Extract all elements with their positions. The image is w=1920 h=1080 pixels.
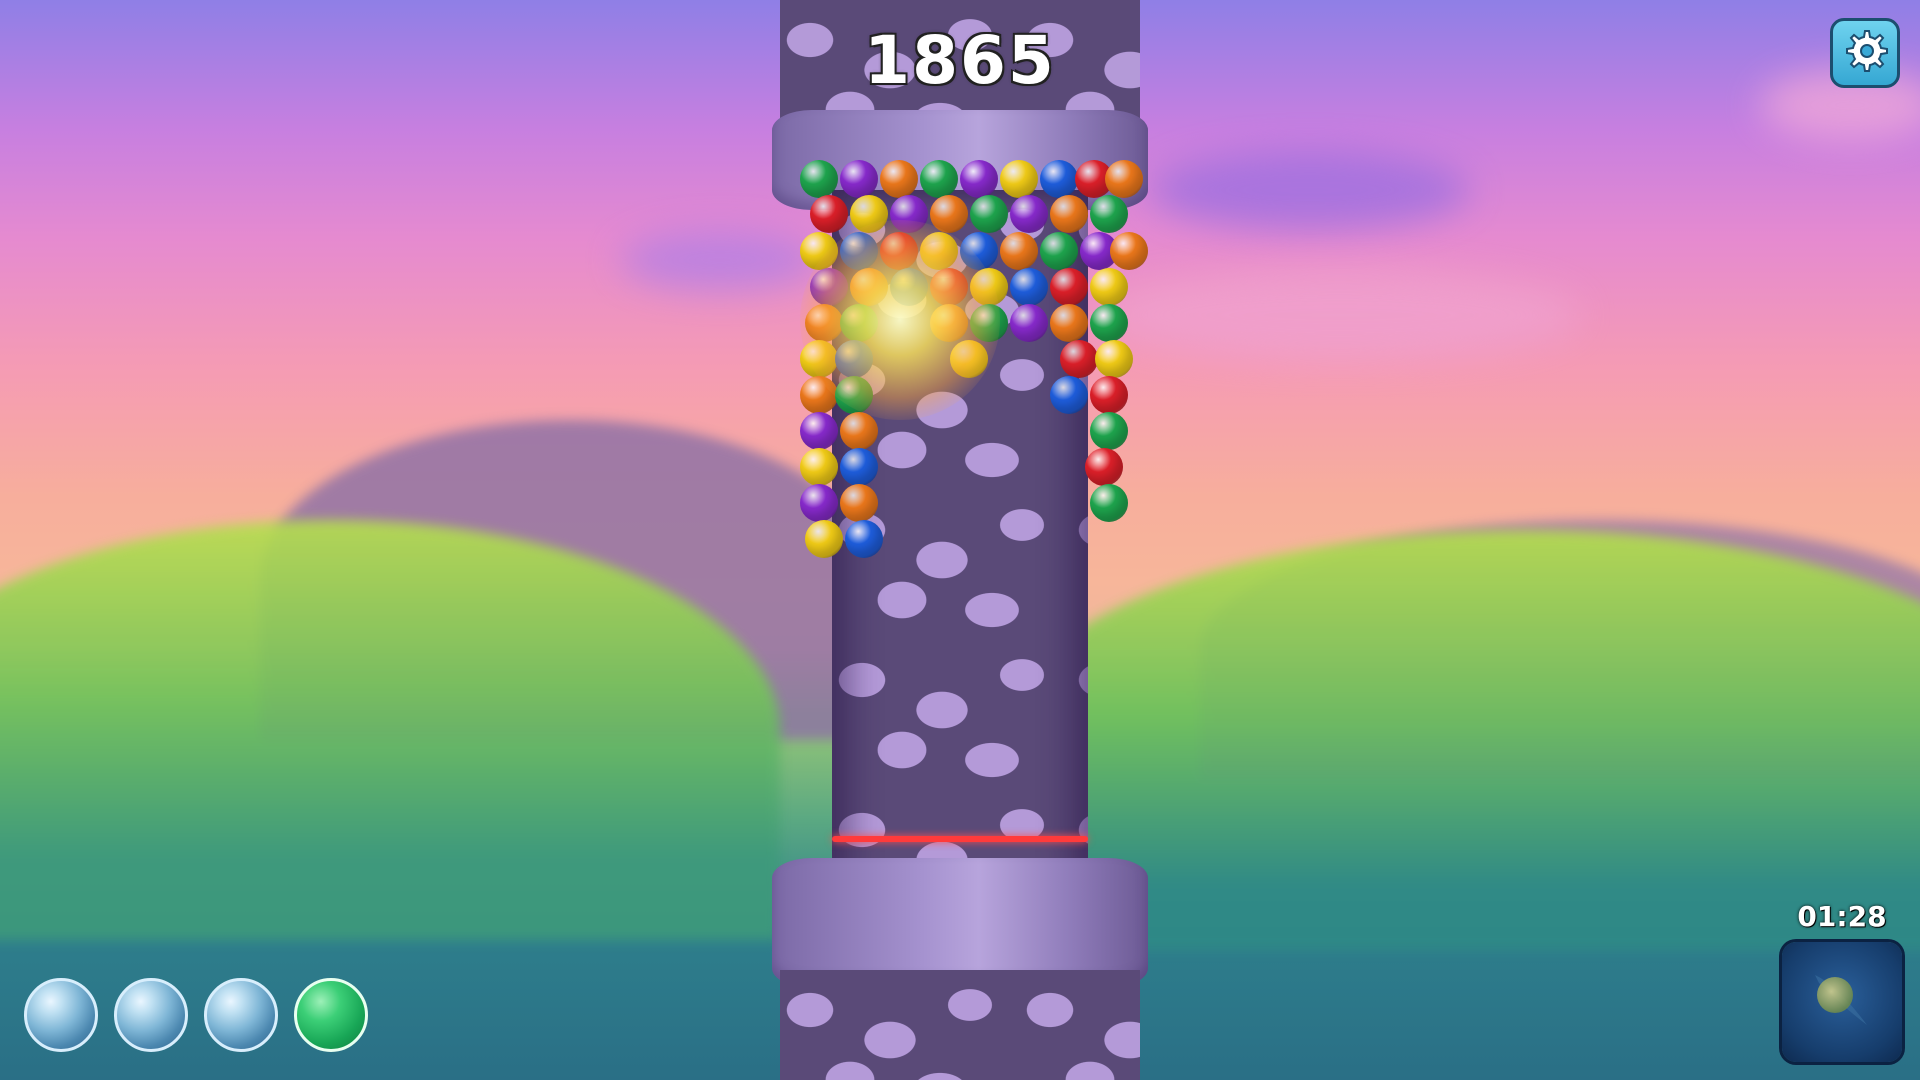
tower-ball[interactable] xyxy=(1090,304,1128,342)
tower-ball[interactable] xyxy=(1060,340,1098,378)
tower-ball[interactable] xyxy=(1050,304,1088,342)
queue-slot-4-green-ball[interactable] xyxy=(294,978,368,1052)
pop-explosion-effect xyxy=(800,220,1000,420)
queue-slot-3-empty-bubble[interactable] xyxy=(204,978,278,1052)
tower-ball[interactable] xyxy=(800,412,838,450)
tower-ball[interactable] xyxy=(1000,232,1038,270)
tower-ball[interactable] xyxy=(1090,412,1128,450)
tower-ball[interactable] xyxy=(840,412,878,450)
background-cloud xyxy=(1100,270,1580,360)
tower-ball[interactable] xyxy=(1105,160,1143,198)
tower-ball[interactable] xyxy=(845,520,883,558)
tower-ball[interactable] xyxy=(840,484,878,522)
settings-button[interactable] xyxy=(1830,18,1900,88)
tower-ball[interactable] xyxy=(1040,232,1078,270)
game-scene[interactable]: 1865 01:28 xyxy=(0,0,1920,1080)
tower-ball[interactable] xyxy=(1085,448,1123,486)
tower-ball[interactable] xyxy=(840,448,878,486)
tower-ball[interactable] xyxy=(800,160,838,198)
tower-ball[interactable] xyxy=(1095,340,1133,378)
queue-slot-2-empty-bubble[interactable] xyxy=(114,978,188,1052)
tower-ball[interactable] xyxy=(1090,484,1128,522)
powerup-button[interactable] xyxy=(1782,942,1902,1062)
danger-limit-line xyxy=(832,836,1088,842)
tower-ball[interactable] xyxy=(800,448,838,486)
tower-ball[interactable] xyxy=(1050,195,1088,233)
comet-powerup-icon xyxy=(1797,955,1887,1049)
tower-ball[interactable] xyxy=(840,160,878,198)
queue-slot-1-empty-bubble[interactable] xyxy=(24,978,98,1052)
tower-ball[interactable] xyxy=(1090,195,1128,233)
tower-ball[interactable] xyxy=(1000,160,1038,198)
tower-ball[interactable] xyxy=(1010,304,1048,342)
tower-bottom-column xyxy=(780,970,1140,1080)
countdown-timer: 01:28 xyxy=(1797,900,1887,933)
tower-ball[interactable] xyxy=(1010,195,1048,233)
tower-ball[interactable] xyxy=(805,520,843,558)
tower-ball[interactable] xyxy=(1050,268,1088,306)
tower-ball[interactable] xyxy=(960,160,998,198)
tower-ball[interactable] xyxy=(1110,232,1148,270)
tower-ball[interactable] xyxy=(1090,376,1128,414)
tower-ball[interactable] xyxy=(810,195,848,233)
tower-ball[interactable] xyxy=(920,160,958,198)
gear-icon xyxy=(1841,27,1889,79)
tower-ball[interactable] xyxy=(880,160,918,198)
score-counter: 1865 xyxy=(864,22,1056,99)
tower-ball[interactable] xyxy=(1050,376,1088,414)
background-cloud xyxy=(1150,150,1470,230)
tower-ball[interactable] xyxy=(1010,268,1048,306)
tower-ball[interactable] xyxy=(1040,160,1078,198)
tower-ball[interactable] xyxy=(800,484,838,522)
tower-ball[interactable] xyxy=(970,195,1008,233)
tower-base-ring xyxy=(772,858,1148,988)
tower-ball[interactable] xyxy=(1090,268,1128,306)
